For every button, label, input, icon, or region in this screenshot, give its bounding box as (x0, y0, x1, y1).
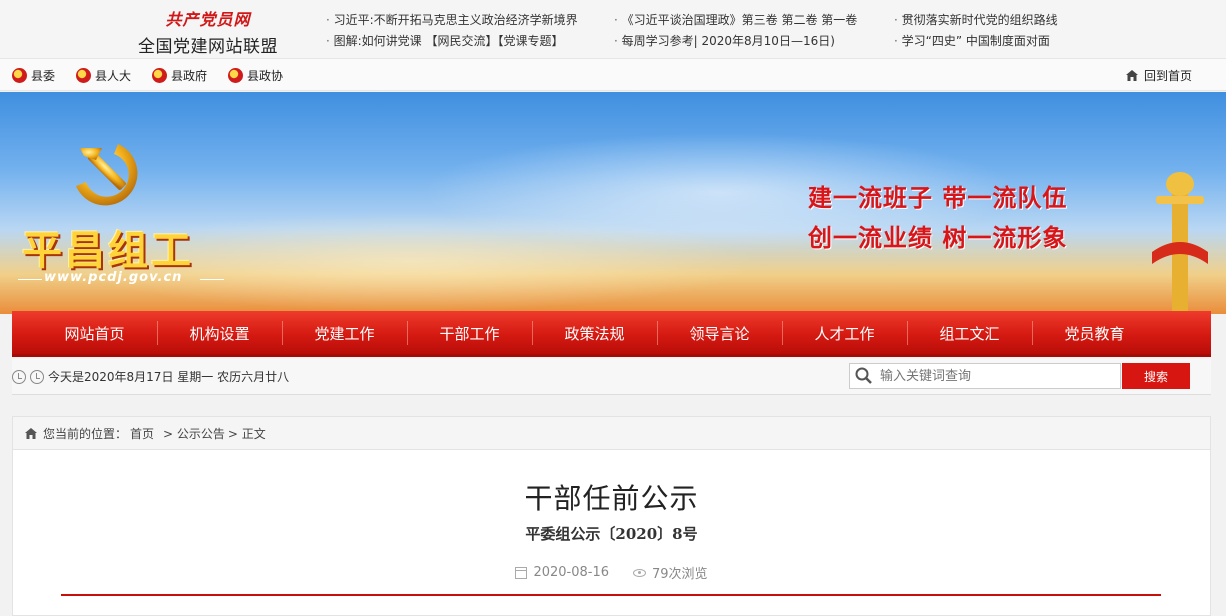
nav-item-cadre-work[interactable]: 干部工作 (407, 323, 532, 344)
alliance-link[interactable]: 学习“四史” 中国制度面对面 (894, 31, 1058, 52)
article-meta: 2020-08-16 79次浏览 (13, 563, 1210, 582)
slogan-line-1: 建一流班子 带一流队伍 (808, 183, 1068, 212)
alliance-bar: 共产党员网 全国党建网站联盟 习近平:不断开拓马克思主义政治经济学新境界 图解:… (0, 0, 1226, 58)
alliance-link[interactable]: 每周学习参考| 2020年8月10日—16日) (614, 31, 857, 52)
nav-item-leader-remarks[interactable]: 领导言论 (657, 323, 782, 344)
url-divider (18, 279, 42, 280)
nav-item-member-education[interactable]: 党员教育 (1032, 323, 1157, 344)
nav-item-policy[interactable]: 政策法规 (532, 323, 657, 344)
nav-item-articles[interactable]: 组工文汇 (907, 323, 1032, 344)
eye-icon (633, 568, 646, 577)
site-banner: 平昌组工 www.pcdj.gov.cn 建一流班子 带一流队伍 创一流业绩 树… (0, 92, 1226, 314)
gov-link-label: 县政府 (171, 69, 208, 83)
nav-item-home[interactable]: 网站首页 (32, 323, 157, 344)
clock-icon (12, 369, 26, 384)
article-title: 干部任前公示 (524, 482, 699, 515)
party-emblem-icon (76, 144, 138, 206)
alliance-link[interactable]: 贯彻落实新时代党的组织路线 (894, 10, 1058, 31)
title-divider (61, 594, 1161, 596)
huabiao-pillar-icon (1152, 172, 1208, 312)
breadcrumb-item-current: > 正文 (227, 426, 266, 441)
alliance-link[interactable]: 《习近平谈治国理政》第三卷 第二卷 第一卷 (614, 10, 858, 31)
alliance-links-col2: 《习近平谈治国理政》第三卷 第二卷 第一卷 每周学习参考| 2020年8月10日… (614, 10, 858, 52)
article-date: 2020-08-16 (533, 565, 609, 580)
article-panel: 您当前的位置： 首页 > 公示公告 > 正文 干部任前公示 平委组公示〔2020… (12, 416, 1211, 616)
url-divider (200, 279, 224, 280)
national-emblem-icon (76, 68, 91, 83)
gov-links-bar: 县委 县人大 县政府 县政协 回到首页 (0, 58, 1226, 91)
cppcc-emblem-icon (228, 68, 243, 83)
gov-link-cppcc[interactable]: 县政协 (228, 67, 283, 84)
breadcrumb-item-announcements[interactable]: > 公示公告 (163, 425, 225, 442)
gov-link-county-committee[interactable]: 县委 (12, 67, 55, 84)
calendar-icon (515, 566, 528, 579)
search-icon (855, 367, 872, 384)
party-emblem-icon (12, 68, 27, 83)
nav-item-organization[interactable]: 机构设置 (157, 323, 282, 344)
slogan-line-2: 创一流业绩 树一流形象 (808, 223, 1068, 252)
breadcrumb: 您当前的位置： 首页 > 公示公告 > 正文 (13, 417, 1210, 450)
gov-link-label: 县人大 (95, 69, 132, 83)
alliance-logo: 共产党员网 (165, 10, 251, 29)
search-button[interactable]: 搜索 (1122, 363, 1190, 389)
home-link[interactable]: 回到首页 (1125, 67, 1192, 84)
home-icon (25, 427, 37, 439)
breadcrumb-prefix: 您当前的位置： (43, 426, 128, 441)
alliance-links-col3: 贯彻落实新时代党的组织路线 学习“四史” 中国制度面对面 (894, 10, 1058, 52)
national-emblem-icon (152, 68, 167, 83)
alliance-link[interactable]: 图解:如何讲党课 【网民交流】【党课专题】 (326, 31, 578, 52)
search-input[interactable] (874, 364, 1114, 388)
nav-item-talent[interactable]: 人才工作 (782, 323, 907, 344)
gov-link-peoples-congress[interactable]: 县人大 (76, 67, 131, 84)
info-bar: 今天是2020年8月17日 星期一 农历六月廿八 搜索 (12, 359, 1211, 395)
alliance-brand[interactable]: 共产党员网 全国党建网站联盟 (128, 6, 288, 57)
gov-link-label: 县政协 (247, 69, 284, 83)
gov-link-government[interactable]: 县政府 (152, 67, 207, 84)
home-link-label: 回到首页 (1143, 69, 1192, 83)
alliance-links-col1: 习近平:不断开拓马克思主义政治经济学新境界 图解:如何讲党课 【网民交流】【党课… (326, 10, 578, 52)
alliance-name: 全国党建网站联盟 (138, 37, 278, 57)
article-subtitle: 平委组公示〔2020〕8号 (525, 525, 698, 543)
clock-icon (30, 369, 44, 384)
home-icon (1125, 70, 1138, 81)
nav-item-party-building[interactable]: 党建工作 (282, 323, 407, 344)
date-display: 今天是2020年8月17日 星期一 农历六月廿八 (12, 368, 289, 385)
date-text: 今天是2020年8月17日 星期一 农历六月廿八 (48, 370, 290, 384)
alliance-link[interactable]: 习近平:不断开拓马克思主义政治经济学新境界 (326, 10, 578, 31)
gov-link-label: 县委 (31, 69, 56, 83)
article-views: 79次浏览 (652, 567, 708, 582)
site-title: 平昌组工 (22, 227, 194, 274)
site-url: www.pcdj.gov.cn (44, 270, 183, 285)
main-nav: 网站首页 机构设置 党建工作 干部工作 政策法规 领导言论 人才工作 组工文汇 … (12, 311, 1211, 357)
search-box (849, 363, 1121, 389)
breadcrumb-item-home[interactable]: 首页 (130, 425, 154, 442)
